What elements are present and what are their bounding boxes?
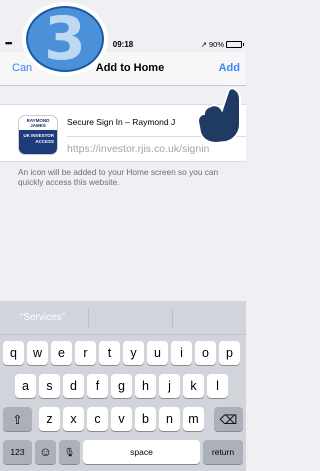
key-l[interactable]: l bbox=[207, 374, 228, 398]
pointing-finger-icon bbox=[196, 87, 241, 144]
key-f[interactable]: f bbox=[87, 374, 108, 398]
key-s[interactable]: s bbox=[39, 374, 60, 398]
bookmark-name-input[interactable]: Secure Sign In – Raymond J bbox=[67, 117, 175, 127]
key-b[interactable]: b bbox=[135, 407, 156, 431]
app-icon-subtitle: UK INVESTOR ACCESS bbox=[19, 130, 57, 154]
key-x[interactable]: x bbox=[63, 407, 84, 431]
app-icon: RAYMOND JAMES UK INVESTOR ACCESS bbox=[18, 115, 58, 155]
predictive-bar: “Services” bbox=[0, 301, 246, 335]
emoji-key[interactable]: ☺ bbox=[35, 440, 56, 464]
key-a[interactable]: a bbox=[15, 374, 36, 398]
key-c[interactable]: c bbox=[87, 407, 108, 431]
helper-text: An icon will be added to your Home scree… bbox=[18, 167, 219, 187]
key-r[interactable]: r bbox=[75, 341, 96, 365]
key-o[interactable]: o bbox=[195, 341, 216, 365]
key-g[interactable]: g bbox=[111, 374, 132, 398]
microphone-key[interactable]: 🎙 bbox=[59, 440, 80, 464]
key-p[interactable]: p bbox=[219, 341, 240, 365]
key-h[interactable]: h bbox=[135, 374, 156, 398]
status-right: ↗ 90% bbox=[200, 40, 244, 49]
key-m[interactable]: m bbox=[183, 407, 204, 431]
key-j[interactable]: j bbox=[159, 374, 180, 398]
return-key[interactable]: return bbox=[203, 440, 243, 464]
key-n[interactable]: n bbox=[159, 407, 180, 431]
add-button[interactable]: Add bbox=[219, 62, 240, 74]
keyboard: “Services” q w e r t y u i o p a s d f g… bbox=[0, 301, 246, 471]
suggestion[interactable]: “Services” bbox=[20, 312, 65, 323]
key-w[interactable]: w bbox=[27, 341, 48, 365]
app-icon-brand: RAYMOND JAMES bbox=[26, 118, 50, 128]
key-t[interactable]: t bbox=[99, 341, 120, 365]
key-z[interactable]: z bbox=[39, 407, 60, 431]
key-k[interactable]: k bbox=[183, 374, 204, 398]
key-i[interactable]: i bbox=[171, 341, 192, 365]
key-d[interactable]: d bbox=[63, 374, 84, 398]
numbers-key[interactable]: 123 bbox=[3, 440, 32, 464]
key-e[interactable]: e bbox=[51, 341, 72, 365]
battery-percent: 90% bbox=[208, 40, 224, 49]
battery-icon bbox=[226, 41, 244, 48]
shift-key[interactable]: ⇧ bbox=[3, 407, 32, 431]
key-y[interactable]: y bbox=[123, 341, 144, 365]
key-v[interactable]: v bbox=[111, 407, 132, 431]
step-number-badge: 3 bbox=[22, 2, 108, 76]
key-u[interactable]: u bbox=[147, 341, 168, 365]
space-key[interactable]: space bbox=[83, 440, 200, 464]
bookmark-url: https://investor.rjis.co.uk/signin bbox=[67, 143, 210, 155]
backspace-key[interactable]: ⌫ bbox=[214, 407, 243, 431]
key-q[interactable]: q bbox=[3, 341, 24, 365]
location-icon: ↗ bbox=[200, 40, 207, 49]
